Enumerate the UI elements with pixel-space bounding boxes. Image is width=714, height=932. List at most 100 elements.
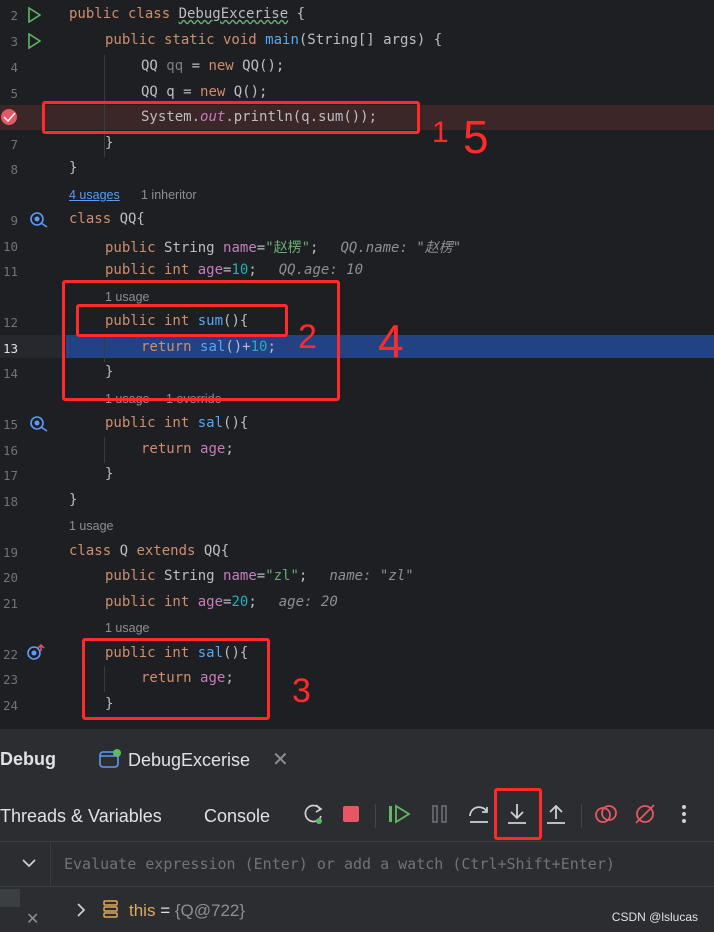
type: String xyxy=(164,568,224,584)
resume-icon[interactable] xyxy=(386,800,414,828)
variable-value: {Q@722} xyxy=(174,901,246,920)
mute-breakpoints-icon[interactable] xyxy=(631,800,659,828)
code-line[interactable]: public String name="赵楞"; QQ.name: "赵楞" xyxy=(105,237,461,257)
op: = xyxy=(256,240,266,256)
divider xyxy=(50,842,51,886)
stop-icon[interactable] xyxy=(337,800,365,828)
line-number: 10 xyxy=(2,239,18,254)
keyword: new xyxy=(200,84,234,100)
line-number: 22 xyxy=(2,647,18,662)
implemented-icon[interactable] xyxy=(29,415,49,433)
tab-threads-variables[interactable]: Threads & Variables xyxy=(0,806,162,827)
keyword: public xyxy=(105,568,165,584)
type: String xyxy=(164,240,224,256)
annotation-box-3 xyxy=(82,638,270,720)
variable-eq: = xyxy=(155,901,175,920)
code-line[interactable]: QQ q = new Q(); xyxy=(141,84,267,100)
line-number: 4 xyxy=(10,60,18,75)
class-name: QQ{ xyxy=(203,543,230,559)
keyword: public int xyxy=(105,594,198,610)
rerun-icon[interactable] xyxy=(300,800,328,828)
run-icon[interactable] xyxy=(27,7,41,23)
line-number: 5 xyxy=(10,86,18,101)
usage-hint[interactable]: 1 usage xyxy=(105,621,149,635)
op: = xyxy=(183,58,209,74)
string: "zl" xyxy=(265,568,299,584)
object-stack-icon xyxy=(103,900,118,918)
code-line[interactable]: QQ qq = new QQ(); xyxy=(141,58,284,74)
code-line[interactable]: } xyxy=(69,160,77,176)
line-number: 3 xyxy=(10,34,18,49)
punct: ; xyxy=(248,262,257,278)
run-icon[interactable] xyxy=(27,33,41,49)
frame-strip xyxy=(0,889,20,907)
indent-guide xyxy=(104,437,105,463)
code-line[interactable]: } xyxy=(105,466,113,482)
decl: QQ q = xyxy=(141,84,201,100)
keyword: return xyxy=(141,441,201,457)
inline-value: age: 20 xyxy=(278,594,338,610)
inline-value: QQ.age: 10 xyxy=(278,262,364,278)
code-line[interactable]: public int sal(){ xyxy=(105,415,248,431)
implemented-icon[interactable] xyxy=(29,211,49,229)
code-line[interactable]: public String name="zl"; name: "zl" xyxy=(105,568,414,584)
breakpoint-icon[interactable] xyxy=(0,108,20,128)
code-line[interactable]: public class DebugExcerise { xyxy=(69,6,305,22)
punct: { xyxy=(288,6,306,22)
usage-hint[interactable]: 1 usage xyxy=(69,519,113,533)
usages-link[interactable]: 4 usages xyxy=(69,188,120,202)
params: (String[] args) { xyxy=(298,32,443,48)
keyword: public static void xyxy=(105,32,266,48)
annotation-number: 2 xyxy=(298,318,317,356)
view-breakpoints-icon[interactable] xyxy=(592,800,620,828)
chevron-down-icon[interactable] xyxy=(20,856,38,870)
string: "赵楞" xyxy=(265,240,311,256)
variable-row[interactable]: ✕ this = {Q@722} xyxy=(0,887,714,932)
overrides-icon[interactable] xyxy=(26,643,46,661)
pause-icon[interactable] xyxy=(426,800,454,828)
line-number: 24 xyxy=(2,698,18,713)
keyword: new xyxy=(208,58,243,74)
debug-tool-window: Debug DebugExcerise ✕ Threads & Variable… xyxy=(0,728,714,932)
tab-console[interactable]: Console xyxy=(204,806,270,827)
code-line[interactable]: public int age=20; age: 20 xyxy=(105,594,338,610)
ctor: QQ(); xyxy=(242,58,285,74)
more-options-icon[interactable] xyxy=(670,800,698,828)
variable-entry: this = {Q@722} xyxy=(129,901,245,921)
punct: ; xyxy=(248,594,257,610)
close-icon[interactable]: ✕ xyxy=(272,747,289,772)
code-line[interactable]: public int age=10; QQ.age: 10 xyxy=(105,262,363,278)
step-over-icon[interactable] xyxy=(465,800,493,828)
debug-title: Debug xyxy=(0,749,56,769)
unused-var: qq xyxy=(166,58,184,74)
line-number: 8 xyxy=(10,162,18,177)
code-line[interactable]: } xyxy=(105,135,113,151)
keyword: class xyxy=(69,543,120,559)
field: age xyxy=(200,441,226,457)
inheritor-hint[interactable]: 1 inheritor xyxy=(141,188,197,202)
keyword: public xyxy=(105,240,165,256)
code-editor[interactable]: 2 3 4 5 7 8 9 10 11 12 13 14 15 16 17 18… xyxy=(0,0,714,728)
keyword: public class xyxy=(69,6,179,22)
keyword: class xyxy=(69,211,120,227)
code-line[interactable]: class Q extends QQ{ xyxy=(69,543,229,559)
number: 10 xyxy=(231,262,249,278)
close-icon[interactable]: ✕ xyxy=(26,909,39,929)
code-line[interactable]: public static void main(String[] args) { xyxy=(105,32,442,48)
punct: ; xyxy=(298,568,308,584)
annotation-box-step-into xyxy=(494,788,542,840)
debug-toolbar: Threads & Variables Console xyxy=(0,788,714,840)
code-line[interactable]: return age; xyxy=(141,441,234,457)
watermark: CSDN @lslucas xyxy=(611,910,698,924)
step-out-icon[interactable] xyxy=(542,800,570,828)
code-line[interactable]: class QQ{ xyxy=(69,211,145,227)
line-number: 15 xyxy=(2,417,18,432)
method-name: sal xyxy=(197,415,224,431)
annotation-number: 5 xyxy=(463,111,489,163)
chevron-right-icon[interactable] xyxy=(74,901,88,919)
code-line[interactable]: } xyxy=(69,492,77,508)
evaluate-expression-input[interactable]: Evaluate expression (Enter) or add a wat… xyxy=(64,855,615,873)
punct: (){ xyxy=(223,415,249,431)
toolbar-separator xyxy=(375,804,376,828)
tab-underline xyxy=(0,836,186,838)
